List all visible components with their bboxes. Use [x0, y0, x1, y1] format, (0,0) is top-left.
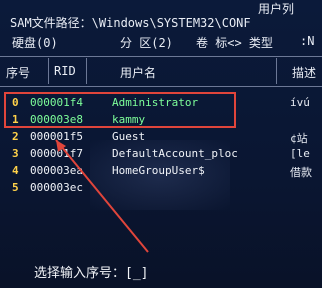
terminal-screen: 用户列 SAM文件路径：\Windows\SYSTEM32\CONF 硬盘(0)…: [0, 0, 322, 288]
annotation-arrow: [55, 139, 149, 253]
input-prompt[interactable]: 选择输入序号：[_]: [34, 262, 148, 281]
